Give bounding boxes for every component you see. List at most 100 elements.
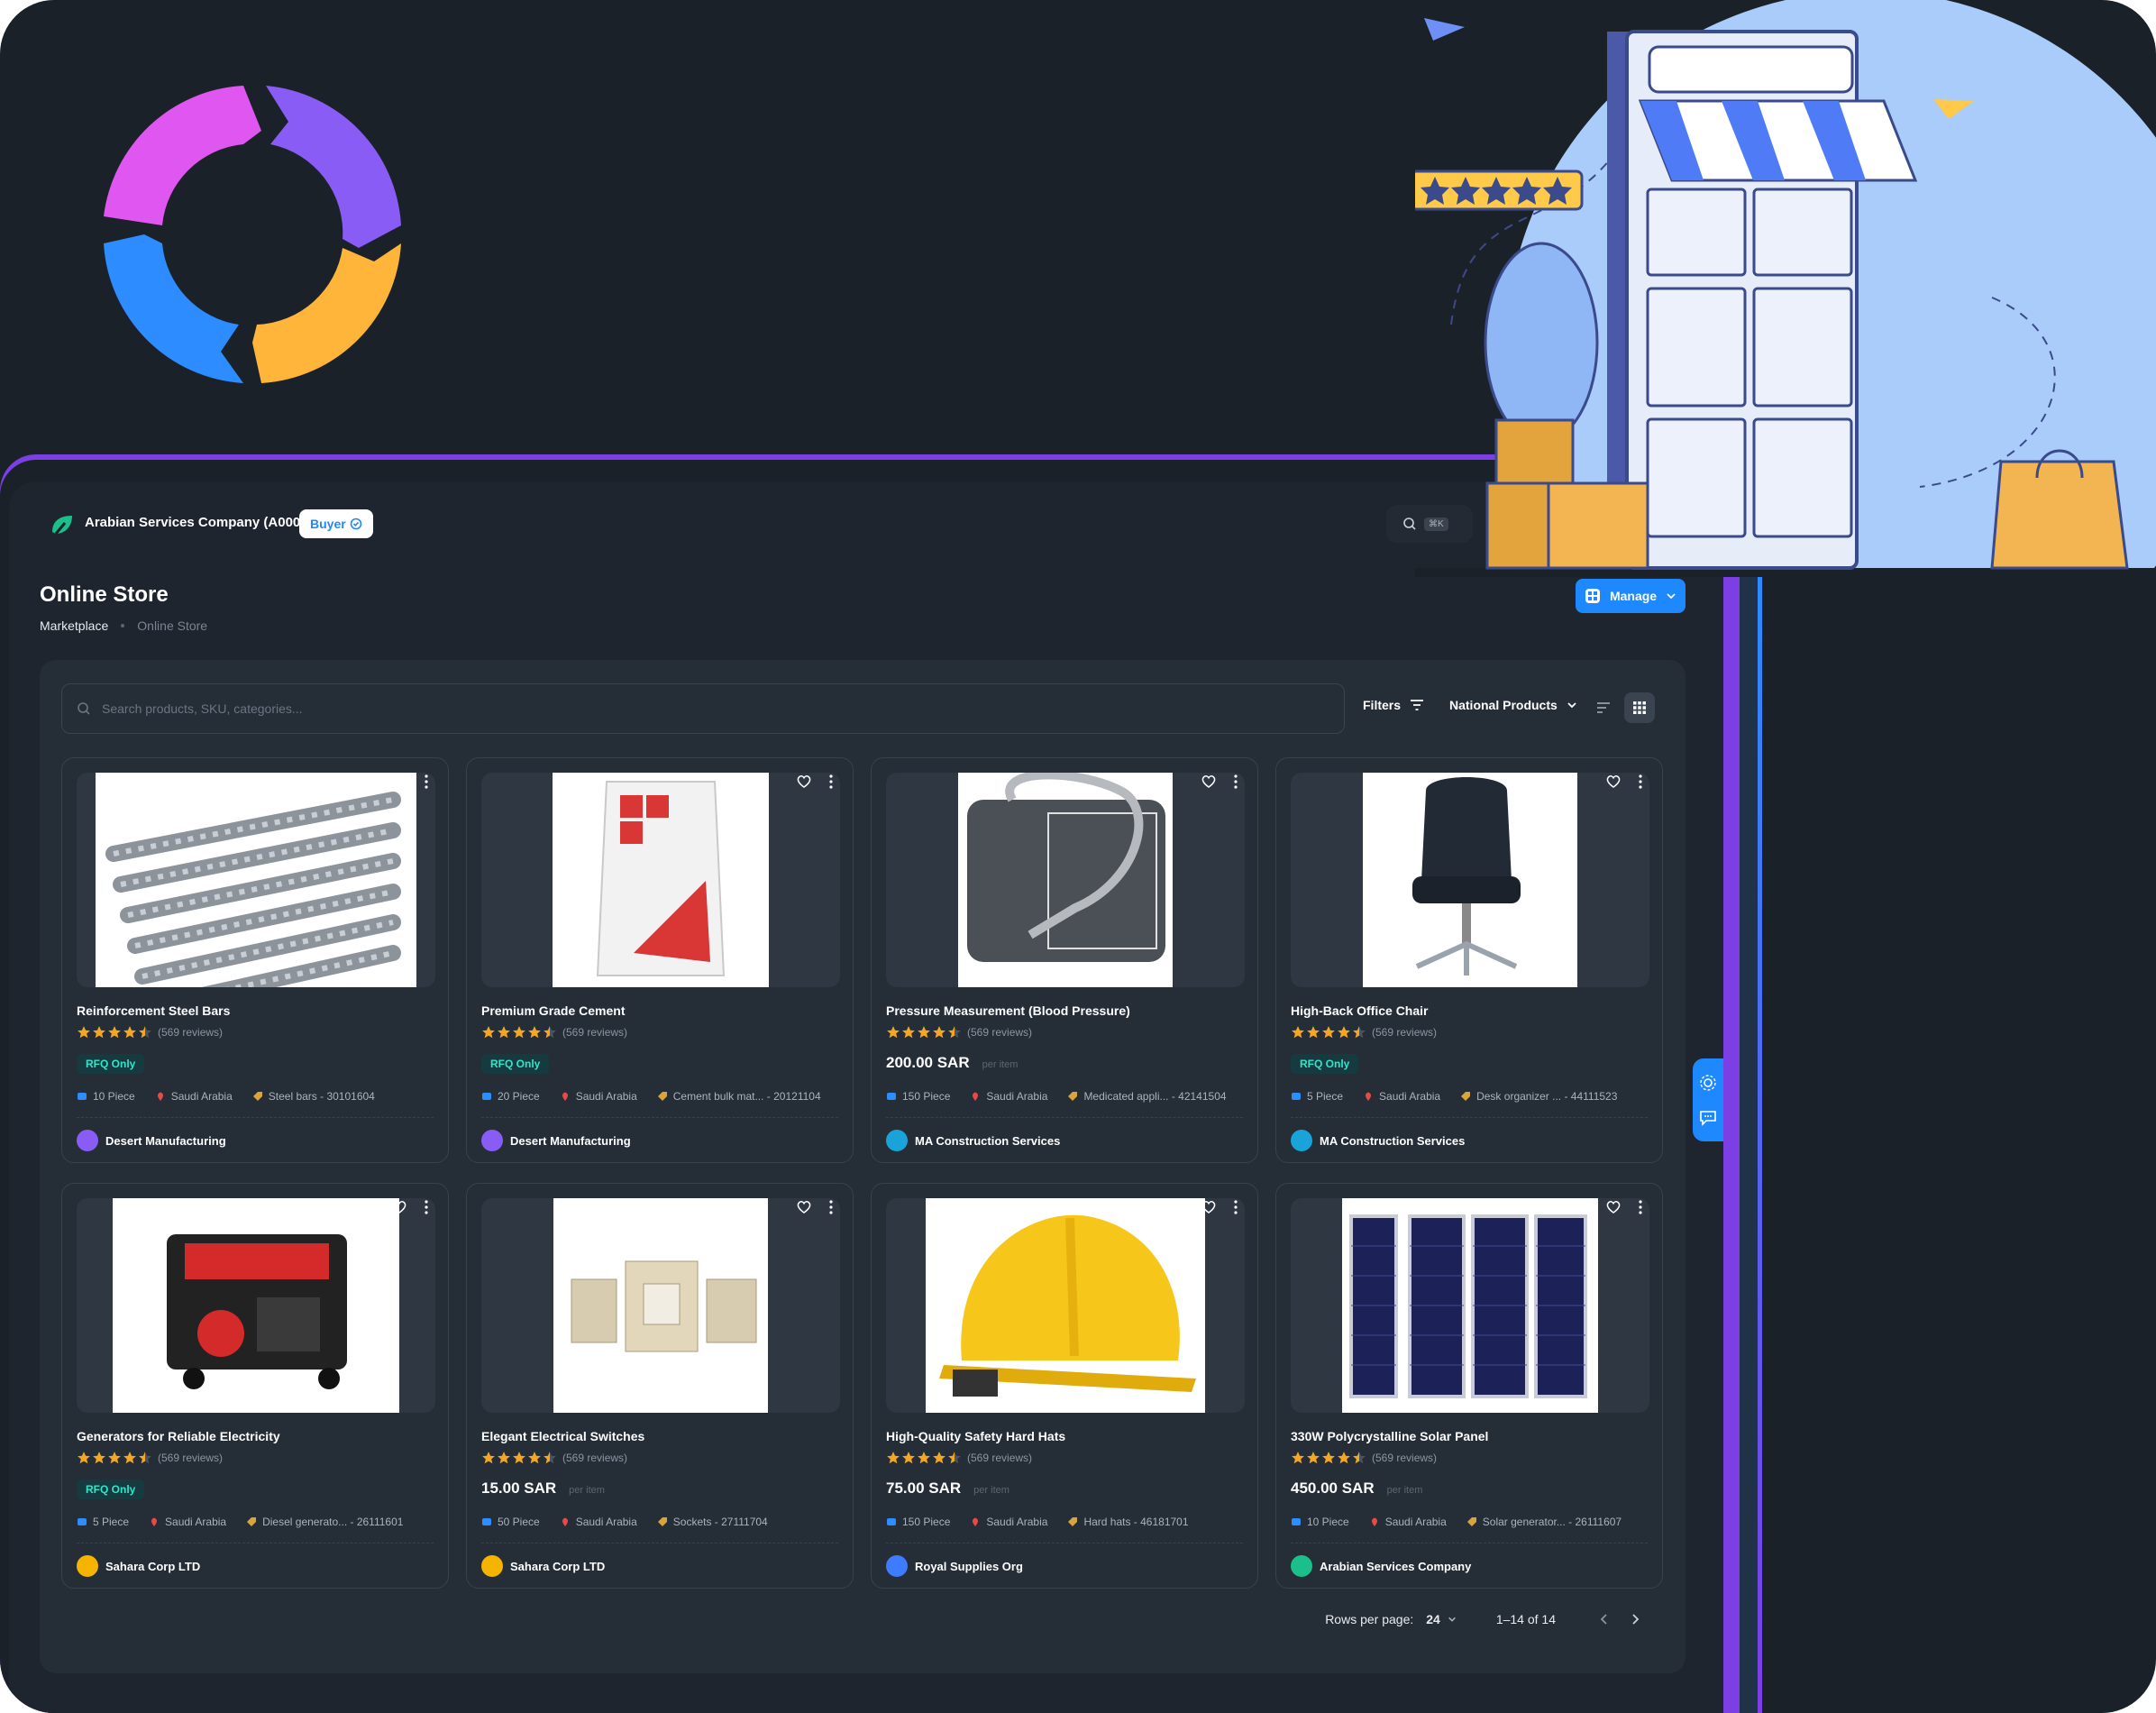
settings-icon[interactable] (1698, 1073, 1718, 1093)
rows-per-page-label: Rows per page: (1325, 1612, 1414, 1626)
product-category: Sockets - 27111704 (657, 1516, 768, 1528)
star-icon (902, 1452, 915, 1464)
favorite-button[interactable] (1601, 769, 1626, 794)
origin-country: Saudi Arabia (1369, 1516, 1447, 1528)
heart-icon (1201, 1201, 1216, 1214)
favorite-button[interactable] (1601, 1195, 1626, 1220)
product-image[interactable] (1291, 773, 1649, 987)
seller[interactable]: Royal Supplies Org (886, 1555, 1023, 1577)
quantity: 10 Piece (77, 1090, 135, 1103)
quantity-value: 5 Piece (1307, 1090, 1344, 1103)
product-name[interactable]: High-Back Office Chair (1291, 1003, 1428, 1018)
product-image[interactable] (481, 773, 840, 987)
product-search-input[interactable]: Search products, SKU, categories... (61, 683, 1345, 734)
favorite-button[interactable] (387, 769, 412, 794)
category-value: Hard hats - 46181701 (1083, 1516, 1189, 1528)
more-options-button[interactable] (417, 1195, 435, 1220)
seller-name: MA Construction Services (1320, 1133, 1466, 1148)
product-name[interactable]: Elegant Electrical Switches (481, 1429, 644, 1443)
product-card[interactable]: Elegant Electrical Switches (569 reviews… (466, 1183, 854, 1589)
product-name[interactable]: High-Quality Safety Hard Hats (886, 1429, 1065, 1443)
role-badge[interactable]: Buyer (299, 509, 373, 538)
star-icon (123, 1452, 136, 1464)
favorite-button[interactable] (791, 769, 817, 794)
company-name[interactable]: Arabian Services Company (A0004) (85, 515, 313, 530)
seller[interactable]: MA Construction Services (886, 1130, 1060, 1151)
more-options-button[interactable] (1227, 769, 1245, 794)
previous-page-icon[interactable] (1595, 1610, 1613, 1628)
product-card[interactable]: Reinforcement Steel Bars (569 reviews) R… (61, 757, 449, 1163)
more-options-button[interactable] (822, 1195, 840, 1220)
seller-avatar (481, 1555, 503, 1577)
product-card[interactable]: Pressure Measurement (Blood Pressure) (5… (871, 757, 1258, 1163)
review-count: (569 reviews) (967, 1452, 1033, 1464)
star-rating (1291, 1025, 1366, 1040)
support-widget[interactable] (1693, 1058, 1723, 1141)
seller[interactable]: Desert Manufacturing (77, 1130, 226, 1151)
more-options-button[interactable] (1631, 1195, 1649, 1220)
favorite-button[interactable] (791, 1195, 817, 1220)
more-options-button[interactable] (822, 769, 840, 794)
more-options-button[interactable] (417, 769, 435, 794)
product-name[interactable]: Premium Grade Cement (481, 1003, 626, 1018)
divider (77, 1543, 434, 1544)
country-value: Saudi Arabia (1384, 1516, 1447, 1528)
next-page-icon[interactable] (1626, 1610, 1644, 1628)
more-options-button[interactable] (1631, 769, 1649, 794)
seller-avatar (481, 1130, 503, 1151)
stock-icon (887, 1518, 896, 1525)
product-scope-select[interactable]: National Products (1449, 698, 1577, 712)
product-card[interactable]: Premium Grade Cement (569 reviews) RFQ O… (466, 757, 854, 1163)
seller[interactable]: Sahara Corp LTD (481, 1555, 605, 1577)
product-image[interactable] (1291, 1198, 1649, 1413)
location-pin-icon (973, 1092, 979, 1101)
product-image[interactable] (77, 1198, 435, 1413)
star-icon (1292, 1452, 1304, 1464)
favorite-button[interactable] (1196, 1195, 1221, 1220)
product-card[interactable]: High-Back Office Chair (569 reviews) RFQ… (1275, 757, 1663, 1163)
quantity-value: 150 Piece (902, 1090, 951, 1103)
product-price: 75.00 SAR per item (886, 1479, 1009, 1498)
seller[interactable]: Sahara Corp LTD (77, 1555, 200, 1577)
product-image[interactable] (886, 1198, 1245, 1413)
product-name[interactable]: Pressure Measurement (Blood Pressure) (886, 1003, 1130, 1018)
more-vertical-icon (1234, 774, 1238, 789)
seller[interactable]: Arabian Services Company (1291, 1555, 1471, 1577)
seller[interactable]: Desert Manufacturing (481, 1130, 631, 1151)
product-card[interactable]: 330W Polycrystalline Solar Panel (569 re… (1275, 1183, 1663, 1589)
chat-icon[interactable] (1698, 1107, 1718, 1127)
product-name[interactable]: 330W Polycrystalline Solar Panel (1291, 1429, 1488, 1443)
product-image[interactable] (77, 773, 435, 987)
product-name[interactable]: Generators for Reliable Electricity (77, 1429, 280, 1443)
sort-button[interactable] (1588, 692, 1619, 723)
rfq-badge: RFQ Only (481, 1054, 550, 1074)
verified-icon (350, 518, 361, 530)
favorite-button[interactable] (387, 1195, 412, 1220)
manage-button[interactable]: Manage (1576, 579, 1686, 613)
star-icon (948, 1452, 961, 1464)
star-icon (887, 1452, 900, 1464)
breadcrumb-separator (121, 624, 125, 627)
more-vertical-icon (829, 1200, 833, 1214)
product-rating: (569 reviews) (77, 1451, 223, 1465)
side-stripe-accent (1758, 568, 1762, 1713)
product-category: Solar generator... - 26111607 (1466, 1516, 1622, 1528)
product-image[interactable] (481, 1198, 840, 1413)
grid-view-button[interactable] (1624, 692, 1655, 723)
seller[interactable]: MA Construction Services (1291, 1130, 1465, 1151)
rows-per-page-select[interactable]: 24 (1426, 1612, 1457, 1626)
more-options-button[interactable] (1227, 1195, 1245, 1220)
product-card[interactable]: Generators for Reliable Electricity (569… (61, 1183, 449, 1589)
product-name[interactable]: Reinforcement Steel Bars (77, 1003, 230, 1018)
heart-icon (1201, 775, 1216, 788)
product-image[interactable] (886, 773, 1245, 987)
favorite-button[interactable] (1196, 769, 1221, 794)
product-card[interactable]: High-Quality Safety Hard Hats (569 revie… (871, 1183, 1258, 1589)
manage-icon (1585, 589, 1600, 603)
quantity-value: 10 Piece (93, 1090, 135, 1103)
breadcrumb-marketplace[interactable]: Marketplace (40, 618, 108, 633)
filters-button[interactable]: Filters (1363, 698, 1424, 712)
star-icon (933, 1026, 946, 1039)
seller-name: Royal Supplies Org (915, 1559, 1023, 1573)
chevron-down-icon (1448, 1617, 1456, 1622)
